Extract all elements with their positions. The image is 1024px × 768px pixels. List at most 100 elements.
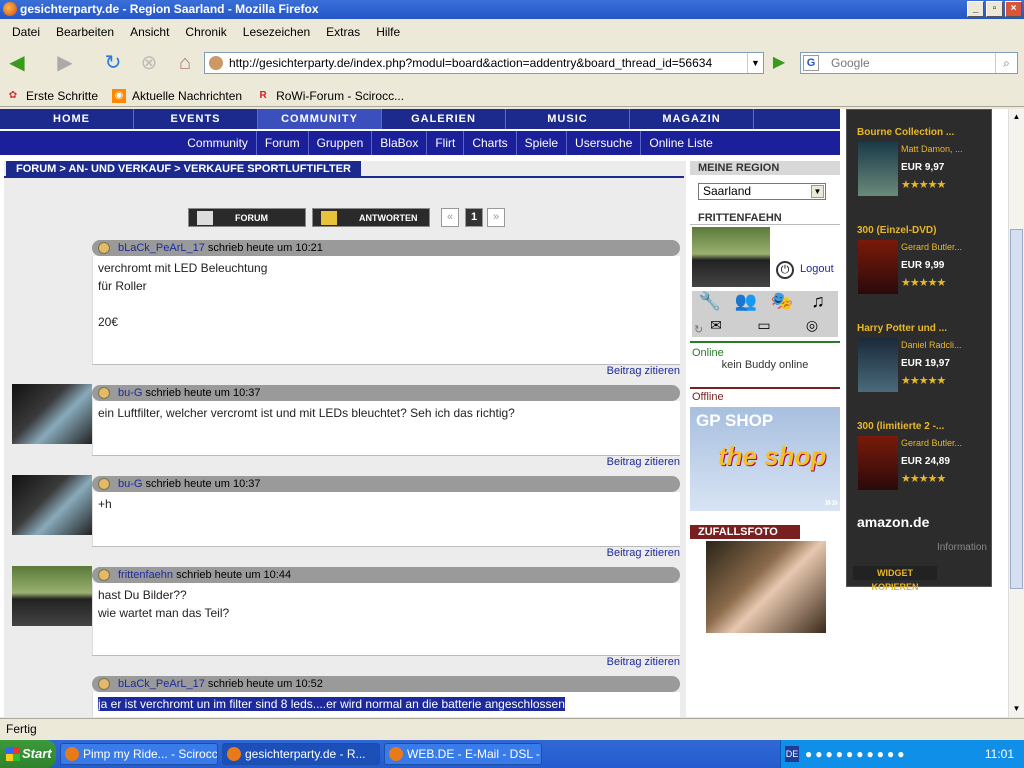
subnav-flirt[interactable]: Flirt (427, 131, 465, 155)
shop-banner[interactable]: GP SHOP the shop »» (690, 407, 840, 511)
music-icon[interactable]: ♫ (800, 291, 836, 317)
forward-icon[interactable]: ▶ (52, 50, 78, 76)
menu-datei[interactable]: Datei (4, 22, 48, 42)
task-pimp-my-ride[interactable]: Pimp my Ride... - Scirocc... (60, 743, 218, 765)
wrench-icon[interactable]: 🔧 (692, 291, 728, 317)
rowi-icon: R (259, 89, 267, 101)
url-dropdown-icon[interactable]: ▼ (747, 53, 763, 73)
subnav-community[interactable]: Community (179, 131, 257, 155)
logout-link[interactable]: Logout (800, 263, 834, 275)
scroll-down-icon[interactable]: ▼ (1009, 701, 1024, 717)
quote-link[interactable]: Beitrag zitieren (92, 546, 680, 560)
widget-copy-button[interactable]: WIDGET KOPIEREN (853, 566, 937, 592)
random-photo[interactable] (706, 541, 826, 633)
post-author[interactable]: bLaCk_PeArL_17 (118, 242, 205, 254)
nav-music[interactable]: MUSIC (506, 109, 630, 129)
amazon-product[interactable]: 300 (limitierte 2 -... Gerard Butler... … (857, 420, 987, 490)
go-icon[interactable]: ▶ (768, 52, 790, 74)
task-webde[interactable]: WEB.DE - E-Mail - DSL - ... (384, 743, 542, 765)
task-gesichterparty[interactable]: gesichterparty.de - R... (222, 743, 380, 765)
nav-galerien[interactable]: GALERIEN (382, 109, 506, 129)
menu-chronik[interactable]: Chronik (177, 22, 234, 42)
search-input[interactable]: G Google ⌕ (800, 52, 1018, 74)
subnav-usersuche[interactable]: Usersuche (567, 131, 642, 155)
subnav-forum[interactable]: Forum (257, 131, 309, 155)
amazon-product[interactable]: Harry Potter und ... Daniel Radcli... EU… (857, 322, 987, 392)
arrow-icon[interactable]: »» (825, 495, 838, 509)
quote-link[interactable]: Beitrag zitieren (92, 655, 680, 669)
nav-events[interactable]: EVENTS (134, 109, 258, 129)
people-icon[interactable]: 👥 (728, 291, 764, 317)
bookmark-rowi-forum[interactable]: R RoWi-Forum - Scirocc... (256, 89, 404, 103)
nav-home[interactable]: HOME (10, 109, 134, 129)
menu-ansicht[interactable]: Ansicht (122, 22, 177, 42)
language-indicator[interactable]: DE (785, 746, 799, 762)
scroll-up-icon[interactable]: ▲ (1009, 109, 1024, 125)
forum-post: frittenfaehn schrieb heute um 10:44 hast… (92, 567, 680, 669)
stop-icon[interactable]: ⊗ (136, 50, 162, 76)
home-icon[interactable]: ⌂ (172, 50, 198, 76)
back-icon[interactable]: ◀ (4, 50, 30, 76)
book-icon[interactable]: ▭ (740, 317, 788, 337)
site-favicon (209, 56, 223, 70)
minimize-button[interactable]: _ (967, 1, 984, 17)
mask-icon[interactable]: 🎭 (764, 291, 800, 317)
info-link[interactable]: Information (937, 542, 987, 553)
nav-community[interactable]: COMMUNITY (258, 109, 382, 129)
subnav-gruppen[interactable]: Gruppen (309, 131, 373, 155)
power-icon[interactable]: ⏻ (776, 261, 794, 279)
shop-logo: the shop (718, 441, 827, 471)
breadcrumb[interactable]: FORUM > AN- UND VERKAUF > VERKAUFE SPORT… (6, 161, 361, 177)
answer-button[interactable]: ANTWORTEN (312, 208, 430, 227)
bookmark-erste-schritte[interactable]: ✿ Erste Schritte (6, 89, 98, 103)
nav-magazin[interactable]: MAGAZIN (630, 109, 754, 129)
menu-hilfe[interactable]: Hilfe (368, 22, 408, 42)
subnav-blabox[interactable]: BlaBox (372, 131, 428, 155)
status-bar: Fertig (0, 718, 1024, 738)
tray-icons[interactable]: ●●●●●●●●●● (805, 747, 907, 761)
clock: 11:01 (984, 747, 1014, 761)
forum-post: bu-G schrieb heute um 10:37 ein Luftfilt… (92, 385, 680, 469)
reload-icon[interactable]: ↻ (100, 50, 126, 76)
user-photo[interactable] (692, 227, 770, 287)
menu-lesezeichen[interactable]: Lesezeichen (235, 22, 318, 42)
subnav-spiele[interactable]: Spiele (517, 131, 568, 155)
forum-button[interactable]: FORUM (188, 208, 306, 227)
chevron-down-icon[interactable]: ▼ (811, 185, 824, 198)
url-field[interactable]: http://gesichterparty.de/index.php?modul… (204, 52, 764, 74)
region-box: MEINE REGION Saarland ▼ (690, 161, 840, 211)
region-select[interactable]: Saarland ▼ (698, 183, 826, 200)
pager-prev[interactable]: « (441, 208, 459, 227)
subnav-online-liste[interactable]: Online Liste (641, 131, 720, 155)
amazon-logo[interactable]: amazon.de (857, 514, 929, 530)
user-avatar-bu-g[interactable] (12, 384, 92, 444)
post-author[interactable]: bLaCk_PeArL_17 (118, 678, 205, 690)
user-avatar-bu-g[interactable] (12, 475, 92, 535)
post-author[interactable]: bu-G (118, 478, 142, 490)
rating-stars: ★★★★★ (901, 179, 946, 191)
pager-current[interactable]: 1 (465, 208, 483, 227)
amazon-product[interactable]: Bourne Collection ... Matt Damon, ... EU… (857, 126, 987, 196)
google-icon[interactable]: G (803, 55, 819, 71)
search-icon[interactable]: ⌕ (995, 53, 1017, 73)
settings-icon[interactable]: ◎ (788, 317, 836, 337)
vertical-scrollbar[interactable]: ▲ ▼ (1008, 109, 1024, 717)
subnav-charts[interactable]: Charts (464, 131, 517, 155)
user-box: FRITTENFAEHN ⏻ Logout 🔧 👥 🎭 ♫ ✉ ▭ ◎ ↻ (690, 211, 840, 341)
bookmark-nachrichten[interactable]: ◉ Aktuelle Nachrichten (112, 88, 242, 103)
quote-link[interactable]: Beitrag zitieren (92, 455, 680, 469)
scroll-thumb[interactable] (1010, 229, 1023, 589)
post-author[interactable]: frittenfaehn (118, 569, 173, 581)
start-button[interactable]: Start (0, 740, 56, 768)
post-author[interactable]: bu-G (118, 387, 142, 399)
product-cover (858, 436, 898, 490)
close-button[interactable]: × (1005, 1, 1022, 17)
pager-next[interactable]: » (487, 208, 505, 227)
user-avatar-frittenfaehn[interactable] (12, 566, 92, 626)
quote-link[interactable]: Beitrag zitieren (92, 364, 680, 378)
maximize-button[interactable]: ▫ (986, 1, 1003, 17)
menu-extras[interactable]: Extras (318, 22, 368, 42)
refresh-icon[interactable]: ↻ (694, 323, 703, 336)
amazon-product[interactable]: 300 (Einzel-DVD) Gerard Butler... EUR 9,… (857, 224, 987, 294)
menu-bearbeiten[interactable]: Bearbeiten (48, 22, 122, 42)
